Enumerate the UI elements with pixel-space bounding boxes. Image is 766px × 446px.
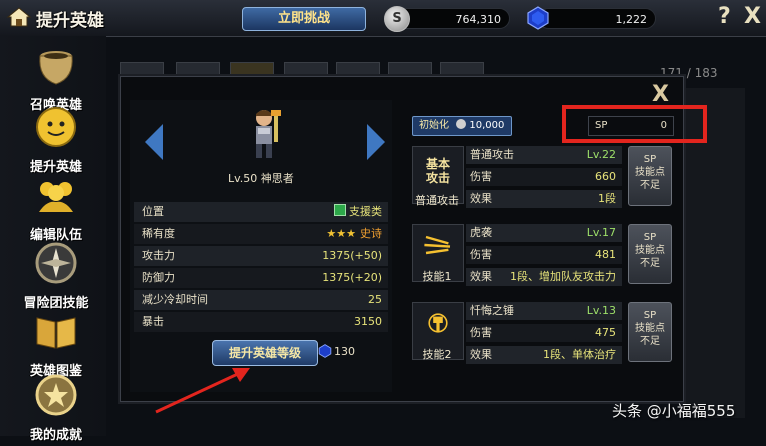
skill-title-row: 普通攻击 Lv.22 <box>466 146 622 164</box>
damage-value: 481 <box>595 248 616 261</box>
stat-label: 暴击 <box>142 315 164 328</box>
skill-title: 忏悔之锤 <box>470 304 514 317</box>
skill-level: Lv.17 <box>586 226 616 239</box>
stat-row-defense: 防御力 1375(+20) <box>134 268 388 288</box>
skill-damage-row: 伤害 481 <box>466 246 622 264</box>
upgrade-cost: 130 <box>334 345 355 358</box>
sidebar-item-achievements[interactable]: 我的成就 <box>12 372 100 446</box>
stat-label: 减少冷却时间 <box>142 293 208 306</box>
medal-icon <box>35 374 77 416</box>
stat-label: 位置 <box>142 205 164 218</box>
skill-effect-row: 效果 1段、单体治疗 <box>466 346 622 364</box>
book-icon <box>36 317 76 349</box>
compass-icon <box>35 242 77 284</box>
reset-label: 初始化 <box>419 120 449 131</box>
reset-cost: 10,000 <box>469 120 505 131</box>
help-button[interactable]: ? <box>718 4 731 29</box>
stat-row-position: 位置 支援类 <box>134 202 388 222</box>
stat-value: 1375(+50) <box>322 249 382 262</box>
hammer-skill-icon <box>428 313 448 333</box>
skill-name: 普通攻击 <box>415 194 459 207</box>
damage-value: 475 <box>595 326 616 339</box>
next-hero-arrow-icon[interactable] <box>367 124 385 160</box>
stat-label: 防御力 <box>142 271 175 284</box>
effect-value: 1段、增加队友攻击力 <box>510 270 616 283</box>
silver-amount: 764,310 <box>396 8 510 29</box>
challenge-button[interactable]: 立即挑战 <box>242 7 366 31</box>
effect-value: 1段 <box>598 192 616 205</box>
hero-level: Lv.50 <box>228 172 258 185</box>
skill-card-label: 基本 攻击 <box>425 157 450 185</box>
sidebar-item-guild-skills[interactable]: 冒险团技能 <box>12 240 100 314</box>
stat-value: ★★★ 史诗 <box>326 227 382 240</box>
previous-hero-arrow-icon[interactable] <box>145 124 163 160</box>
gem-icon <box>318 344 332 358</box>
rarity-stars-icon: ★★★ <box>326 227 356 240</box>
stat-row-cooldown: 减少冷却时间 25 <box>134 290 388 310</box>
damage-value: 660 <box>595 170 616 183</box>
support-icon <box>334 204 346 216</box>
pot-icon <box>39 51 73 85</box>
stat-label: 攻击力 <box>142 249 175 262</box>
silver-coin-icon <box>456 119 467 129</box>
close-button[interactable]: X <box>744 4 761 29</box>
gem-amount: 1,222 <box>538 8 656 29</box>
effect-value: 1段、单体治疗 <box>543 348 616 361</box>
sidebar-item-upgrade-hero[interactable]: 提升英雄 <box>12 104 100 178</box>
skill-effect-row: 效果 1段 <box>466 190 622 208</box>
stat-value: 1375(+20) <box>322 271 382 284</box>
skill-title: 普通攻击 <box>470 148 514 161</box>
sp-upgrade-button[interactable]: SP 技能点 不足 <box>628 146 672 206</box>
level-up-icon <box>36 107 76 147</box>
silver-coin-icon: S <box>384 6 410 32</box>
stat-label: 稀有度 <box>142 227 175 240</box>
hero-level-name: Lv.50 神思者 <box>228 170 294 186</box>
home-icon[interactable] <box>6 6 32 28</box>
skill-name: 技能2 <box>422 348 452 361</box>
skill-level: Lv.13 <box>586 304 616 317</box>
hero-portrait <box>256 110 281 158</box>
effect-label: 效果 <box>470 348 492 361</box>
sidebar-item-team[interactable]: 编辑队伍 <box>12 172 100 246</box>
damage-label: 伤害 <box>470 248 492 261</box>
skill-name: 技能1 <box>422 270 452 283</box>
skill-title: 虎袭 <box>470 226 492 239</box>
highlight-annotation <box>562 105 707 143</box>
reset-skills-button[interactable]: 初始化 10,000 <box>412 116 512 136</box>
watermark: 头条 @小福福555 <box>612 402 736 420</box>
sidebar-item-hero-book[interactable]: 英雄图鉴 <box>12 308 100 382</box>
red-arrow-annotation <box>155 368 250 414</box>
stat-row-rarity: 稀有度 ★★★ 史诗 <box>134 224 388 244</box>
damage-label: 伤害 <box>470 326 492 339</box>
skill-title-row: 虎袭 Lv.17 <box>466 224 622 242</box>
team-icon <box>39 182 73 212</box>
stat-value: 25 <box>368 293 382 306</box>
sp-upgrade-button[interactable]: SP 技能点 不足 <box>628 224 672 284</box>
effect-label: 效果 <box>470 192 492 205</box>
claw-skill-icon <box>424 235 451 255</box>
skill-title-row: 忏悔之锤 Lv.13 <box>466 302 622 320</box>
skill-damage-row: 伤害 660 <box>466 168 622 186</box>
sp-upgrade-button[interactable]: SP 技能点 不足 <box>628 302 672 362</box>
skill-damage-row: 伤害 475 <box>466 324 622 342</box>
modal-close-button[interactable]: X <box>652 82 669 107</box>
sidebar-item-label: 我的成就 <box>29 428 82 443</box>
stat-row-attack: 攻击力 1375(+50) <box>134 246 388 266</box>
skill-level: Lv.22 <box>586 148 616 161</box>
damage-label: 伤害 <box>470 170 492 183</box>
gem-icon <box>527 6 549 30</box>
stat-value: 3150 <box>354 315 382 328</box>
stat-row-crit: 暴击 3150 <box>134 312 388 332</box>
stat-value: 支援类 <box>334 202 382 222</box>
hero-name: 神思者 <box>260 172 294 185</box>
page-title: 提升英雄 <box>36 11 104 31</box>
skill-effect-row: 效果 1段、增加队友攻击力 <box>466 268 622 286</box>
effect-label: 效果 <box>470 270 492 283</box>
